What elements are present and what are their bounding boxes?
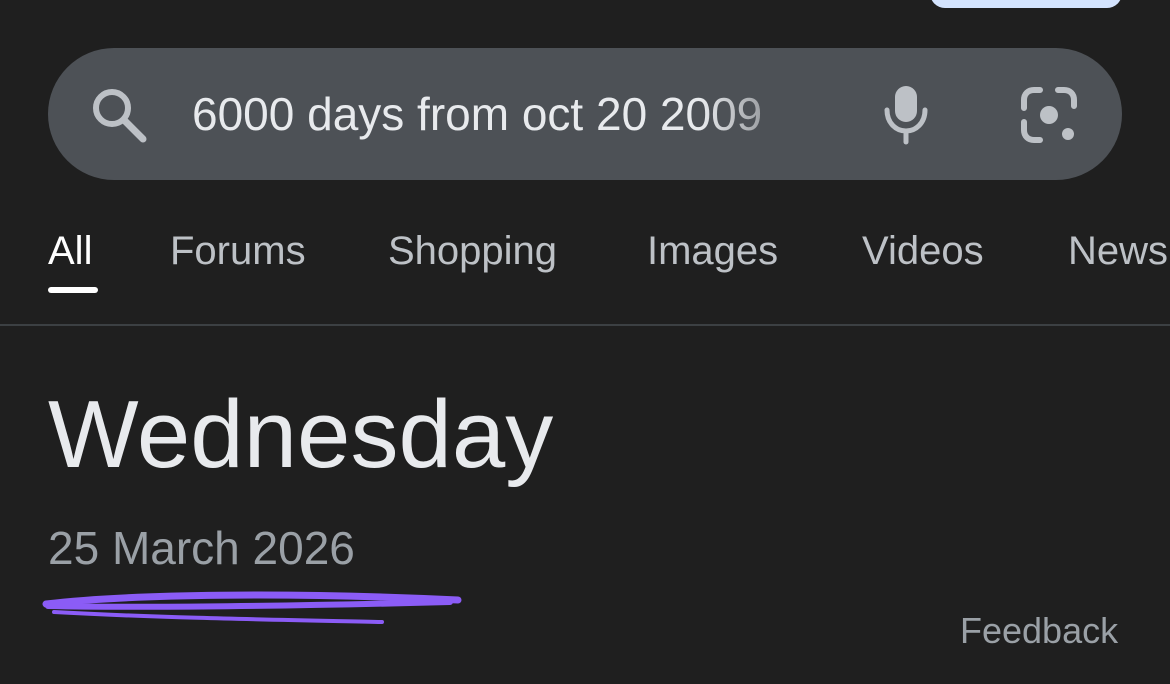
camera-lens-icon[interactable] xyxy=(1018,84,1080,146)
tab-all[interactable]: All xyxy=(48,224,92,278)
search-tabs: All Forums Shopping Images Videos News xyxy=(0,224,1170,294)
tab-shopping[interactable]: Shopping xyxy=(388,224,557,278)
tab-forums[interactable]: Forums xyxy=(170,224,306,278)
feedback-link[interactable]: Feedback xyxy=(960,608,1118,654)
tab-videos[interactable]: Videos xyxy=(862,224,984,278)
top-pill-button[interactable] xyxy=(930,0,1122,8)
search-input[interactable]: 6000 days from oct 20 2009 xyxy=(192,84,828,144)
search-icon[interactable] xyxy=(88,84,150,146)
microphone-icon[interactable] xyxy=(880,82,932,146)
active-tab-indicator xyxy=(48,287,98,293)
result-day: Wednesday xyxy=(48,381,554,488)
result-date: 25 March 2026 xyxy=(48,522,355,574)
tab-images[interactable]: Images xyxy=(647,224,778,278)
divider xyxy=(0,324,1170,326)
highlight-scribble xyxy=(42,591,462,624)
tab-news[interactable]: News xyxy=(1068,224,1168,278)
